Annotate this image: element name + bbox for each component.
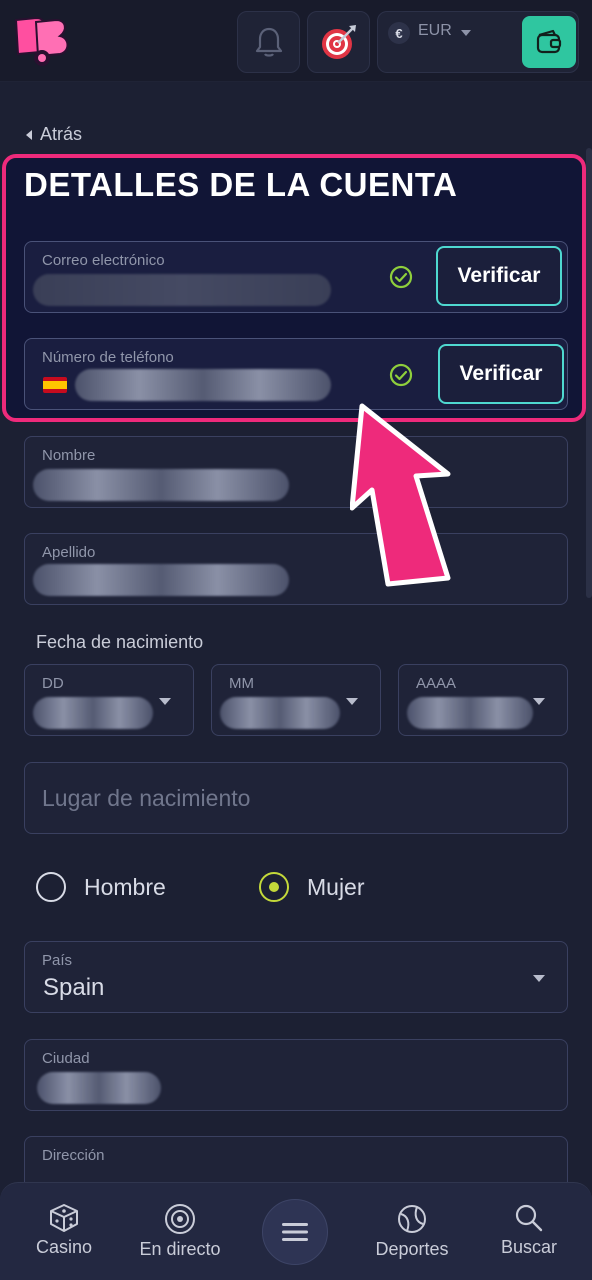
phone-value-blurred bbox=[75, 369, 331, 401]
city-field[interactable]: Ciudad bbox=[24, 1039, 568, 1111]
chevron-down-icon bbox=[461, 30, 471, 36]
notifications-button[interactable] bbox=[237, 11, 300, 73]
check-circle-icon bbox=[389, 265, 413, 289]
month-value-blurred bbox=[220, 697, 340, 729]
phone-label: Número de teléfono bbox=[42, 349, 174, 366]
country-value: Spain bbox=[43, 974, 105, 1001]
check-circle-icon bbox=[389, 363, 413, 387]
chevron-down-icon bbox=[346, 698, 358, 705]
female-label[interactable]: Mujer bbox=[307, 874, 365, 901]
last-name-label: Apellido bbox=[42, 544, 96, 561]
nav-casino[interactable]: Casino bbox=[22, 1183, 106, 1280]
back-link[interactable]: Atrás bbox=[26, 124, 82, 145]
nav-search[interactable]: Buscar bbox=[490, 1183, 568, 1280]
ball-icon bbox=[398, 1205, 426, 1233]
birthplace-field[interactable]: Lugar de nacimiento bbox=[24, 762, 568, 834]
email-label: Correo electrónico bbox=[42, 252, 165, 269]
male-label[interactable]: Hombre bbox=[84, 874, 166, 901]
country-label: País bbox=[42, 952, 73, 969]
year-label: AAAA bbox=[416, 675, 457, 692]
target-icon bbox=[321, 25, 356, 59]
radio-male[interactable] bbox=[36, 872, 66, 902]
chevron-down-icon bbox=[159, 698, 171, 705]
brand-logo[interactable] bbox=[10, 12, 72, 70]
verify-email-button[interactable]: Verificar bbox=[436, 246, 562, 306]
birth-date-label: Fecha de nacimiento bbox=[36, 632, 204, 652]
country-select[interactable]: País Spain bbox=[24, 941, 568, 1013]
phone-field[interactable]: Número de teléfono Verificar bbox=[24, 338, 568, 410]
menu-button[interactable] bbox=[262, 1199, 328, 1265]
radio-female[interactable] bbox=[259, 872, 289, 902]
email-field[interactable]: Correo electrónico Verificar bbox=[24, 241, 568, 313]
last-name-field[interactable]: Apellido bbox=[24, 533, 568, 605]
first-name-label: Nombre bbox=[42, 447, 96, 464]
last-name-value-blurred bbox=[33, 564, 289, 596]
pointer-arrow bbox=[350, 403, 451, 587]
first-name-value-blurred bbox=[33, 469, 289, 501]
nav-live[interactable]: En directo bbox=[130, 1183, 230, 1280]
dice-icon bbox=[50, 1204, 78, 1232]
verify-phone-button[interactable]: Verificar bbox=[438, 344, 564, 404]
email-value-blurred bbox=[33, 274, 331, 306]
live-icon bbox=[165, 1204, 195, 1234]
month-label: MM bbox=[229, 675, 254, 692]
first-name-field[interactable]: Nombre bbox=[24, 436, 568, 508]
wallet-button[interactable] bbox=[522, 16, 576, 68]
city-value-blurred bbox=[37, 1072, 161, 1104]
gender-radio-group: Hombre Mujer bbox=[36, 868, 436, 908]
bottom-navigation: Casino En directo Deportes Buscar bbox=[0, 1182, 592, 1280]
top-header: € EUR bbox=[0, 0, 592, 82]
back-label: Atrás bbox=[40, 124, 83, 144]
birth-year-select[interactable]: AAAA bbox=[398, 664, 568, 736]
chevron-down-icon bbox=[533, 698, 545, 705]
nav-casino-label: Casino bbox=[35, 1237, 93, 1257]
city-label: Ciudad bbox=[42, 1050, 90, 1067]
birthplace-placeholder: Lugar de nacimiento bbox=[42, 785, 251, 811]
wallet-icon bbox=[536, 29, 562, 54]
chevron-down-icon bbox=[533, 975, 545, 982]
birth-month-select[interactable]: MM bbox=[211, 664, 381, 736]
year-value-blurred bbox=[407, 697, 533, 729]
spain-flag-icon bbox=[43, 377, 67, 393]
birth-day-select[interactable]: DD bbox=[24, 664, 194, 736]
nav-live-label: En directo bbox=[139, 1239, 221, 1259]
chevron-left-icon bbox=[26, 129, 32, 140]
search-icon bbox=[515, 1204, 543, 1232]
nav-sports-label: Deportes bbox=[375, 1239, 449, 1259]
page-title: DETALLES DE LA CUENTA bbox=[24, 166, 458, 203]
day-label: DD bbox=[42, 675, 64, 692]
currency-label: EUR bbox=[418, 22, 452, 39]
missions-button[interactable] bbox=[307, 11, 370, 73]
bell-icon bbox=[255, 27, 282, 57]
euro-icon: € bbox=[388, 22, 410, 44]
nav-sports[interactable]: Deportes bbox=[364, 1183, 460, 1280]
day-value-blurred bbox=[33, 697, 153, 729]
scrollbar-thumb[interactable] bbox=[586, 148, 592, 598]
hamburger-icon bbox=[282, 1223, 308, 1241]
nav-search-label: Buscar bbox=[500, 1237, 558, 1257]
address-label: Dirección bbox=[42, 1147, 105, 1164]
